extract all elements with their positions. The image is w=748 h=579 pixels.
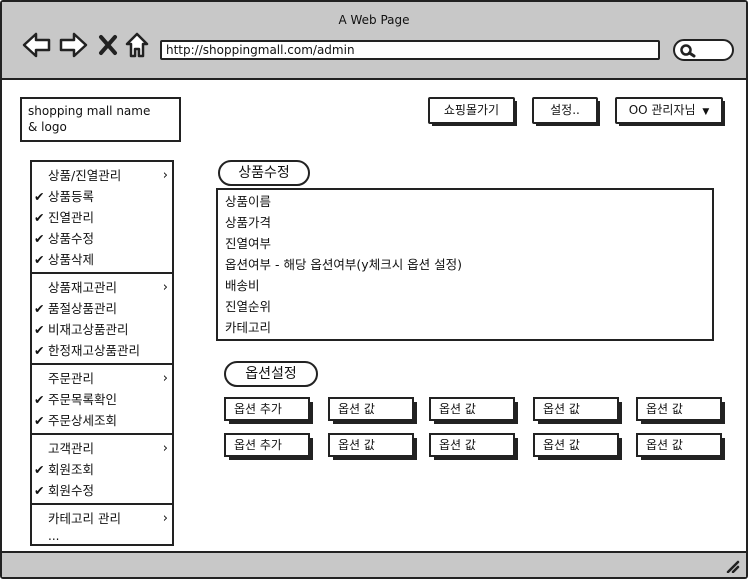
product-field-label: 카테고리: [225, 320, 272, 335]
sidebar-group-title: 상품/진열관리: [48, 168, 122, 183]
site-logo: shopping mall name & logo: [20, 97, 181, 142]
chevron-right-icon: ›: [162, 441, 168, 456]
sidebar-item[interactable]: ✔ 비재고상품관리: [32, 319, 172, 340]
browser-search-field[interactable]: [673, 39, 734, 61]
sidebar-group: 카테고리 관리 ›...: [32, 505, 172, 549]
sidebar-item-label: 비재고상품관리: [48, 322, 129, 337]
url-input[interactable]: http://shoppingmall.com/admin: [160, 40, 660, 60]
checkmark-icon: ✔: [34, 392, 45, 407]
checkmark-icon: ✔: [34, 301, 45, 316]
product-field-label: 배송비: [225, 278, 260, 293]
option-value-button[interactable]: 옵션 값: [328, 433, 417, 460]
go-to-shop-button[interactable]: 쇼핑몰가기: [428, 97, 517, 126]
product-field-label: 상품이름: [225, 194, 272, 209]
sidebar-item-label: 상품수정: [48, 231, 95, 246]
checkmark-icon: ✔: [34, 413, 45, 428]
forward-arrow-icon[interactable]: [58, 32, 88, 58]
sidebar-group-title: 주문관리: [48, 371, 95, 386]
chevron-right-icon: ›: [162, 168, 168, 183]
admin-user-label: OO 관리자님: [628, 103, 696, 117]
product-field-label: 옵션여부 - 해당 옵션여부(y체크시 옵션 설정): [225, 257, 463, 272]
checkmark-icon: ✔: [34, 210, 45, 225]
sidebar-item[interactable]: ✔ 상품삭제: [32, 249, 172, 270]
add-option-button[interactable]: 옵션 추가: [224, 433, 313, 460]
option-settings-label: 옵션설정: [224, 361, 318, 387]
admin-user-menu[interactable]: OO 관리자님 ▼: [615, 97, 725, 126]
option-value-button[interactable]: 옵션 값: [328, 397, 417, 424]
sidebar-item[interactable]: ✔ 주문상세조회: [32, 410, 172, 431]
sidebar-group: 고객관리 › ✔ 회원조회 ✔ 회원수정: [32, 435, 172, 505]
option-value-button[interactable]: 옵션 값: [429, 397, 518, 424]
resize-grip-icon[interactable]: [724, 559, 740, 573]
sidebar-group-title: 상품재고관리: [48, 280, 118, 295]
sidebar-group-header[interactable]: 고객관리 ›: [32, 438, 172, 459]
sidebar-item[interactable]: ✔ 상품등록: [32, 186, 172, 207]
checkmark-icon: ✔: [34, 252, 45, 267]
product-field-label: 진열순위: [225, 299, 272, 314]
sidebar-group-header[interactable]: 상품재고관리 ›: [32, 277, 172, 298]
search-icon: [680, 44, 696, 58]
settings-button[interactable]: 설정..: [532, 97, 600, 126]
option-value-button[interactable]: 옵션 값: [636, 433, 725, 460]
option-value-button[interactable]: 옵션 값: [533, 397, 622, 424]
sidebar-group-header[interactable]: 주문관리 ›: [32, 368, 172, 389]
sidebar-group: 상품/진열관리 › ✔ 상품등록 ✔ 진열관리 ✔ 상품수정 ✔ 상품삭제: [32, 162, 172, 274]
add-option-button[interactable]: 옵션 추가: [224, 397, 313, 424]
browser-chrome: A Web Page http://shoppingmall.com/admin: [2, 2, 746, 80]
checkmark-icon: ✔: [34, 343, 45, 358]
option-value-button[interactable]: 옵션 값: [533, 433, 622, 460]
chevron-right-icon: ›: [162, 280, 168, 295]
sidebar-group: 상품재고관리 › ✔ 품절상품관리 ✔ 비재고상품관리 ✔ 한정재고상품관리: [32, 274, 172, 365]
home-icon[interactable]: [124, 31, 150, 59]
sidebar-group-header[interactable]: 상품/진열관리 ›: [32, 165, 172, 186]
product-field-label: 상품가격: [225, 215, 272, 230]
sidebar-item-label: 주문목록확인: [48, 392, 118, 407]
sidebar-item[interactable]: ✔ 회원조회: [32, 459, 172, 480]
sidebar-item-label: 상품등록: [48, 189, 95, 204]
checkmark-icon: ✔: [34, 231, 45, 246]
window-title: A Web Page: [338, 13, 410, 27]
sidebar-item-label: 회원수정: [48, 483, 95, 498]
product-edit-panel: 상품이름상품가격진열여부옵션여부 - 해당 옵션여부(y체크시 옵션 설정) 배송…: [216, 188, 714, 341]
chevron-right-icon: ›: [162, 511, 168, 526]
close-x-icon[interactable]: [98, 34, 118, 56]
sidebar-item[interactable]: ✔ 한정재고상품관리: [32, 340, 172, 361]
checkmark-icon: ✔: [34, 322, 45, 337]
sidebar-group-title: 고객관리: [48, 441, 95, 456]
checkmark-icon: ✔: [34, 483, 45, 498]
sidebar-item-label: 상품삭제: [48, 252, 95, 267]
sidebar-item[interactable]: ✔ 진열관리: [32, 207, 172, 228]
sidebar-item[interactable]: ✔ 상품수정: [32, 228, 172, 249]
option-value-button[interactable]: 옵션 값: [636, 397, 725, 424]
sidebar-item[interactable]: ✔ 품절상품관리: [32, 298, 172, 319]
option-value-button[interactable]: 옵션 값: [429, 433, 518, 460]
sidebar-item-label: 진열관리: [48, 210, 95, 225]
sidebar-item-label: 주문상세조회: [48, 413, 118, 428]
sidebar-group: 주문관리 › ✔ 주문목록확인 ✔ 주문상세조회: [32, 365, 172, 435]
chevron-right-icon: ›: [162, 371, 168, 386]
sidebar-item[interactable]: ✔ 회원수정: [32, 480, 172, 501]
sidebar-group-header[interactable]: 카테고리 관리 ›: [32, 508, 172, 529]
sidebar-item-label: 회원조회: [48, 462, 95, 477]
checkmark-icon: ✔: [34, 462, 45, 477]
sidebar-group-title: 카테고리 관리: [48, 511, 121, 526]
status-bar: [2, 551, 746, 577]
sidebar-item[interactable]: ✔ 주문목록확인: [32, 389, 172, 410]
browser-window: A Web Page http://shoppingmall.com/admin…: [0, 0, 748, 579]
checkmark-icon: ✔: [34, 189, 45, 204]
sidebar-item-label: 품절상품관리: [48, 301, 118, 316]
sidebar-more-indicator: ...: [48, 529, 60, 543]
dropdown-arrow-icon: ▼: [702, 107, 710, 117]
product-field-label: 진열여부: [225, 236, 272, 251]
admin-sidebar: 상품/진열관리 › ✔ 상품등록 ✔ 진열관리 ✔ 상품수정 ✔ 상품삭제 상품재고관리 › ✔ 품절상품…: [30, 160, 174, 546]
back-arrow-icon[interactable]: [22, 32, 52, 58]
product-edit-label: 상품수정: [218, 160, 310, 186]
sidebar-item-label: 한정재고상품관리: [48, 343, 141, 358]
